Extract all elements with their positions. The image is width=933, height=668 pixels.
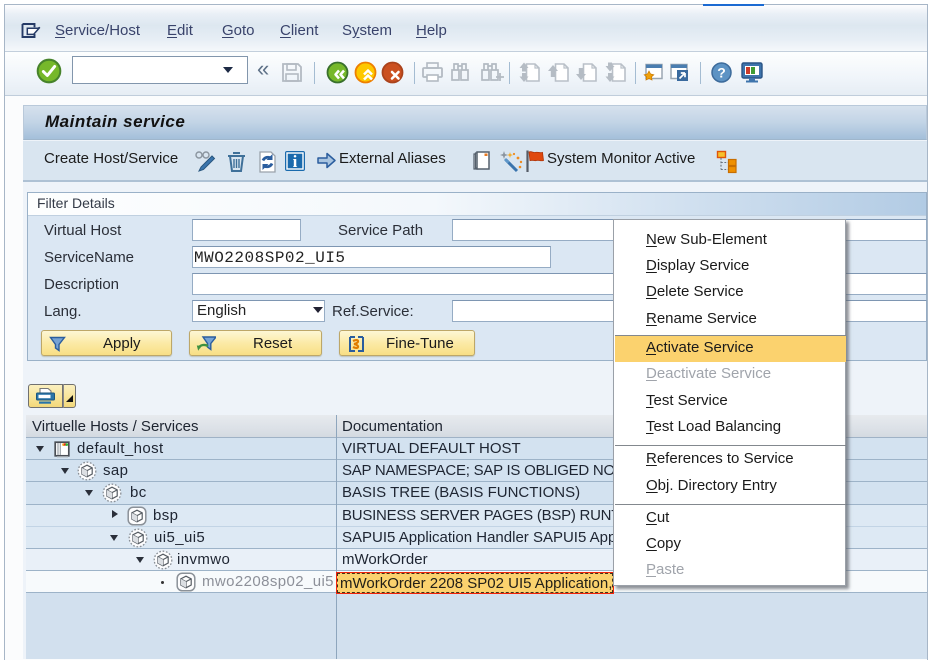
svg-text:?: ?	[717, 65, 726, 81]
svg-text:i: i	[293, 152, 298, 171]
